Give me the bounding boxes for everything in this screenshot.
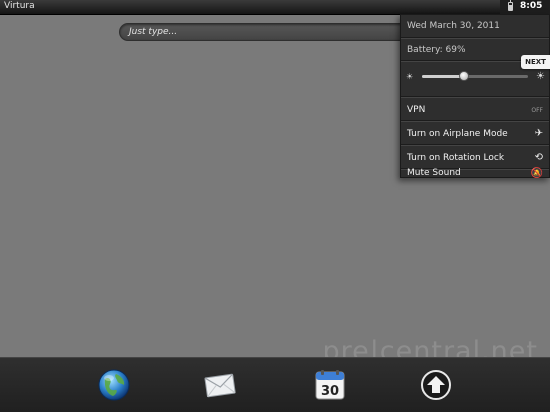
launcher-button[interactable] xyxy=(418,367,454,403)
next-button[interactable]: NEXT xyxy=(521,55,550,69)
calendar-icon: 30 xyxy=(315,370,345,400)
search-placeholder: Just type... xyxy=(129,27,178,37)
menu-item-airplane-mode[interactable]: Turn on Airplane Mode ✈ xyxy=(401,121,549,145)
battery-icon xyxy=(508,0,513,11)
brightness-slider[interactable] xyxy=(422,71,528,81)
rotation-lock-label: Turn on Rotation Lock xyxy=(407,153,505,163)
status-bar-system-area[interactable]: 8:05 xyxy=(500,0,550,14)
battery-label: Battery: 69% xyxy=(407,45,466,55)
brightness-high-icon: ☀ xyxy=(536,71,545,82)
mute-sound-label: Mute Sound xyxy=(407,168,461,178)
dock: 30 xyxy=(0,357,550,412)
vpn-label: VPN xyxy=(407,105,426,115)
clock: 8:05 xyxy=(520,1,543,11)
carrier-name: Virtura xyxy=(4,1,35,11)
vpn-state: OFF xyxy=(531,107,543,114)
just-type-search-field[interactable]: Just type... xyxy=(119,23,419,41)
globe-icon xyxy=(98,369,130,401)
rotation-lock-icon: ⟲ xyxy=(534,152,543,163)
status-bar: Virtura 8:05 xyxy=(0,0,550,15)
calendar-day: 30 xyxy=(321,384,339,399)
brightness-slider-fill xyxy=(422,75,465,78)
envelope-icon xyxy=(204,373,236,398)
system-menu: Wed March 30, 2011 Battery: 69% ☀ ☀ VPN … xyxy=(400,14,550,179)
launcher-arrow-icon xyxy=(421,370,451,400)
web-app-button[interactable] xyxy=(96,367,132,403)
airplane-icon: ✈ xyxy=(534,128,543,139)
brightness-slider-thumb[interactable] xyxy=(459,71,470,81)
brightness-low-icon: ☀ xyxy=(406,72,414,81)
menu-item-vpn[interactable]: VPN OFF xyxy=(401,97,549,121)
menu-item-rotation-lock[interactable]: Turn on Rotation Lock ⟲ xyxy=(401,145,549,169)
email-app-button[interactable] xyxy=(202,367,238,403)
calendar-app-button[interactable]: 30 xyxy=(312,367,348,403)
airplane-mode-label: Turn on Airplane Mode xyxy=(407,129,508,139)
date-row: Wed March 30, 2011 xyxy=(401,15,549,38)
mute-icon: 🔕 xyxy=(530,168,543,179)
date-label: Wed March 30, 2011 xyxy=(407,21,500,31)
menu-item-mute-sound[interactable]: Mute Sound 🔕 xyxy=(401,168,549,179)
